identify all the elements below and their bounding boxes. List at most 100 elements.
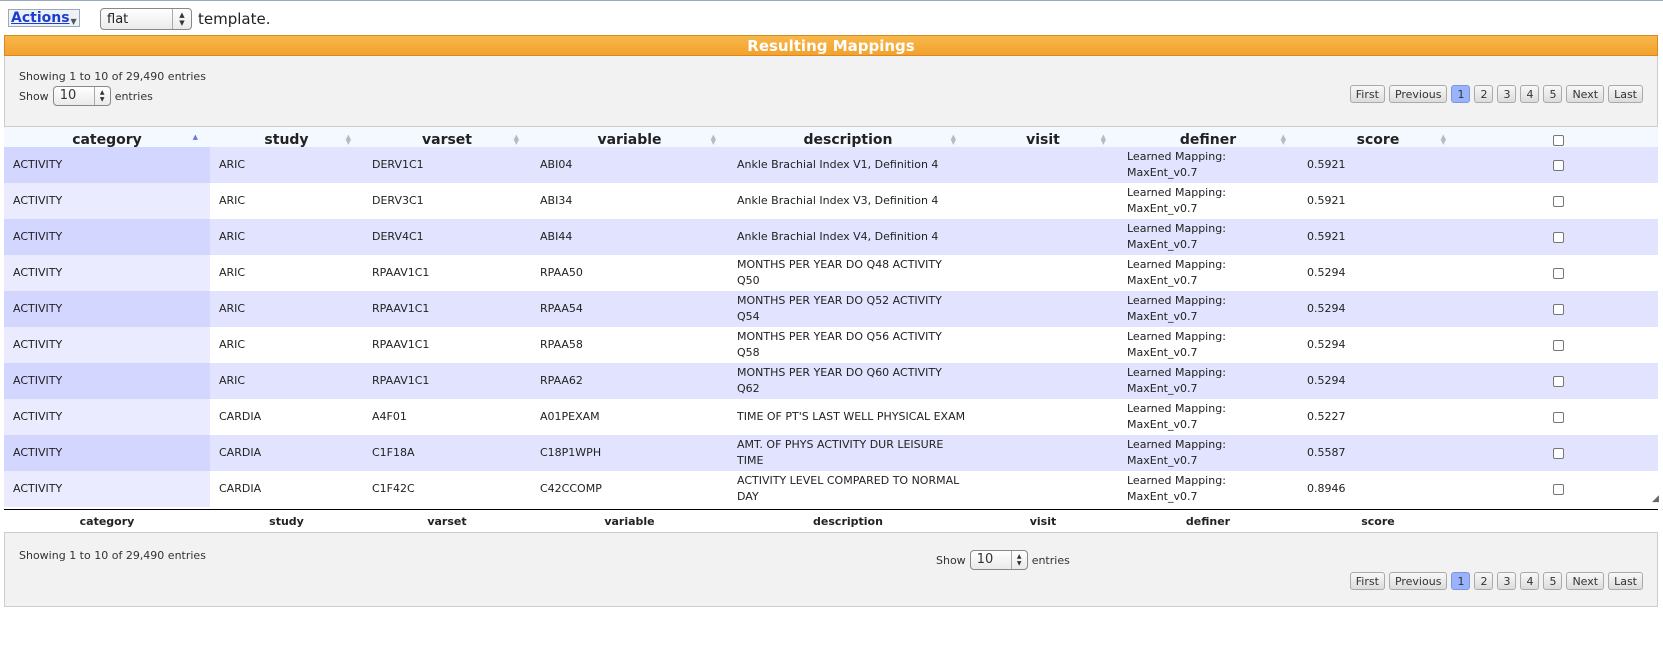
length-suffix: entries <box>114 89 153 103</box>
cell-category: ACTIVITY <box>4 255 210 291</box>
page-button-3[interactable]: 3 <box>1497 572 1517 590</box>
panel-title: Resulting Mappings <box>4 35 1658 56</box>
next-page-button[interactable]: Next <box>1566 572 1605 590</box>
row-checkbox[interactable] <box>1552 303 1564 315</box>
cell-definer: Learned Mapping: MaxEnt_v0.7 <box>1118 219 1298 255</box>
table-bottom-controls: Showing 1 to 10 of 29,490 entries Show 1… <box>4 532 1658 607</box>
page-button-4[interactable]: 4 <box>1520 85 1540 103</box>
cell-variable: ABI44 <box>531 219 728 255</box>
column-footer-4: description <box>728 509 968 532</box>
length-suffix: entries <box>1031 553 1070 567</box>
cell-varset: RPAAV1C1 <box>363 327 531 363</box>
cell-category: ACTIVITY <box>4 471 210 507</box>
cell-category: ACTIVITY <box>4 399 210 435</box>
cell-select <box>1458 291 1658 327</box>
column-footer-5: visit <box>968 509 1118 532</box>
cell-varset: A4F01 <box>363 399 531 435</box>
cell-varset: DERV1C1 <box>363 147 531 183</box>
cell-study: CARDIA <box>210 399 363 435</box>
cell-variable: RPAA62 <box>531 363 728 399</box>
resize-handle-icon[interactable]: ◢ <box>1652 494 1659 504</box>
row-checkbox[interactable] <box>1552 159 1564 171</box>
page-button-5[interactable]: 5 <box>1543 85 1563 103</box>
table-info-bottom: Showing 1 to 10 of 29,490 entries <box>19 549 206 562</box>
column-footer-2: varset <box>363 509 531 532</box>
row-checkbox[interactable] <box>1552 339 1564 351</box>
page-button-4[interactable]: 4 <box>1520 572 1540 590</box>
cell-select <box>1458 471 1658 507</box>
cell-variable: RPAA54 <box>531 291 728 327</box>
table-footer: category study varset variable description vi… <box>4 509 1658 532</box>
select-arrows-icon: ▲ ▼ <box>93 87 110 105</box>
cell-score: 0.5294 <box>1298 291 1458 327</box>
row-checkbox[interactable] <box>1552 231 1564 243</box>
row-checkbox[interactable] <box>1552 447 1564 459</box>
column-footer-1: study <box>210 509 363 532</box>
cell-definer: Learned Mapping: MaxEnt_v0.7 <box>1118 399 1298 435</box>
cell-visit <box>968 147 1118 183</box>
next-page-button[interactable]: Next <box>1566 85 1605 103</box>
select-arrows-icon: ▲ ▼ <box>1010 551 1027 569</box>
cell-visit <box>968 255 1118 291</box>
cell-study: ARIC <box>210 255 363 291</box>
cell-variable: ABI34 <box>531 183 728 219</box>
cell-definer: Learned Mapping: MaxEnt_v0.7 <box>1118 255 1298 291</box>
last-page-button[interactable]: Last <box>1608 85 1643 103</box>
cell-visit <box>968 363 1118 399</box>
first-page-button[interactable]: First <box>1349 85 1385 103</box>
column-footer-3: variable <box>531 509 728 532</box>
template-suffix-label: template. <box>198 10 271 28</box>
row-checkbox[interactable] <box>1552 375 1564 387</box>
mappings-panel: Resulting Mappings Showing 1 to 10 of 29… <box>4 35 1659 643</box>
select-all-checkbox[interactable] <box>1552 134 1564 146</box>
pagination-bottom: First Previous 1 2 3 4 5 Next Last <box>1349 572 1643 590</box>
cell-score: 0.5294 <box>1298 327 1458 363</box>
row-checkbox[interactable] <box>1552 483 1564 495</box>
row-checkbox[interactable] <box>1552 195 1564 207</box>
cell-description: TIME OF PT'S LAST WELL PHYSICAL EXAM <box>728 399 968 435</box>
table-top-controls: Showing 1 to 10 of 29,490 entries Show 1… <box>4 56 1658 127</box>
previous-page-button[interactable]: Previous <box>1388 572 1448 590</box>
page-button-2[interactable]: 2 <box>1474 572 1494 590</box>
page-button-3[interactable]: 3 <box>1497 85 1517 103</box>
cell-varset: RPAAV1C1 <box>363 363 531 399</box>
cell-category: ACTIVITY <box>4 183 210 219</box>
actions-menu-button[interactable]: Actions ▼ <box>8 9 80 27</box>
cell-score: 0.5294 <box>1298 363 1458 399</box>
cell-definer: Learned Mapping: MaxEnt_v0.7 <box>1118 363 1298 399</box>
length-select-bottom[interactable]: 10 ▲ ▼ <box>969 550 1028 570</box>
row-checkbox[interactable] <box>1552 411 1564 423</box>
actions-label: Actions <box>11 10 70 26</box>
column-header-label: category <box>72 132 142 148</box>
page-button-1[interactable]: 1 <box>1451 85 1471 103</box>
template-select[interactable]: flat ▲ ▼ <box>100 8 192 30</box>
sort-icon: ▲ ▼ <box>1100 133 1106 146</box>
previous-page-button[interactable]: Previous <box>1388 85 1448 103</box>
cell-variable: ABI04 <box>531 147 728 183</box>
length-prefix: Show <box>936 553 966 567</box>
sort-icon: ▲ ▼ <box>1440 133 1446 146</box>
cell-varset: C1F18A <box>363 435 531 471</box>
page-button-1[interactable]: 1 <box>1451 572 1471 590</box>
last-page-button[interactable]: Last <box>1608 572 1643 590</box>
cell-select <box>1458 327 1658 363</box>
top-toolbar: Actions ▼ flat ▲ ▼ template. <box>0 1 1663 35</box>
row-checkbox[interactable] <box>1552 267 1564 279</box>
table-row: ACTIVITY CARDIA C1F42C C42CCOMP ACTIVITY LEV… <box>4 471 1658 507</box>
cell-study: ARIC <box>210 183 363 219</box>
sort-ascending-icon: ▲ <box>192 133 198 141</box>
length-select-value: 10 <box>59 88 77 103</box>
cell-study: ARIC <box>210 327 363 363</box>
cell-varset: C1F42C <box>363 471 531 507</box>
cell-description: Ankle Brachial Index V1, Definition 4 <box>728 147 968 183</box>
page-button-2[interactable]: 2 <box>1474 85 1494 103</box>
table-info-top: Showing 1 to 10 of 29,490 entries <box>19 70 206 83</box>
page-button-5[interactable]: 5 <box>1543 572 1563 590</box>
length-select-top[interactable]: 10 ▲ ▼ <box>52 86 111 106</box>
cell-select <box>1458 183 1658 219</box>
cell-variable: C18P1WPH <box>531 435 728 471</box>
column-header-label: study <box>264 132 309 148</box>
column-footer-6: definer <box>1118 509 1298 532</box>
cell-select <box>1458 147 1658 183</box>
first-page-button[interactable]: First <box>1349 572 1385 590</box>
